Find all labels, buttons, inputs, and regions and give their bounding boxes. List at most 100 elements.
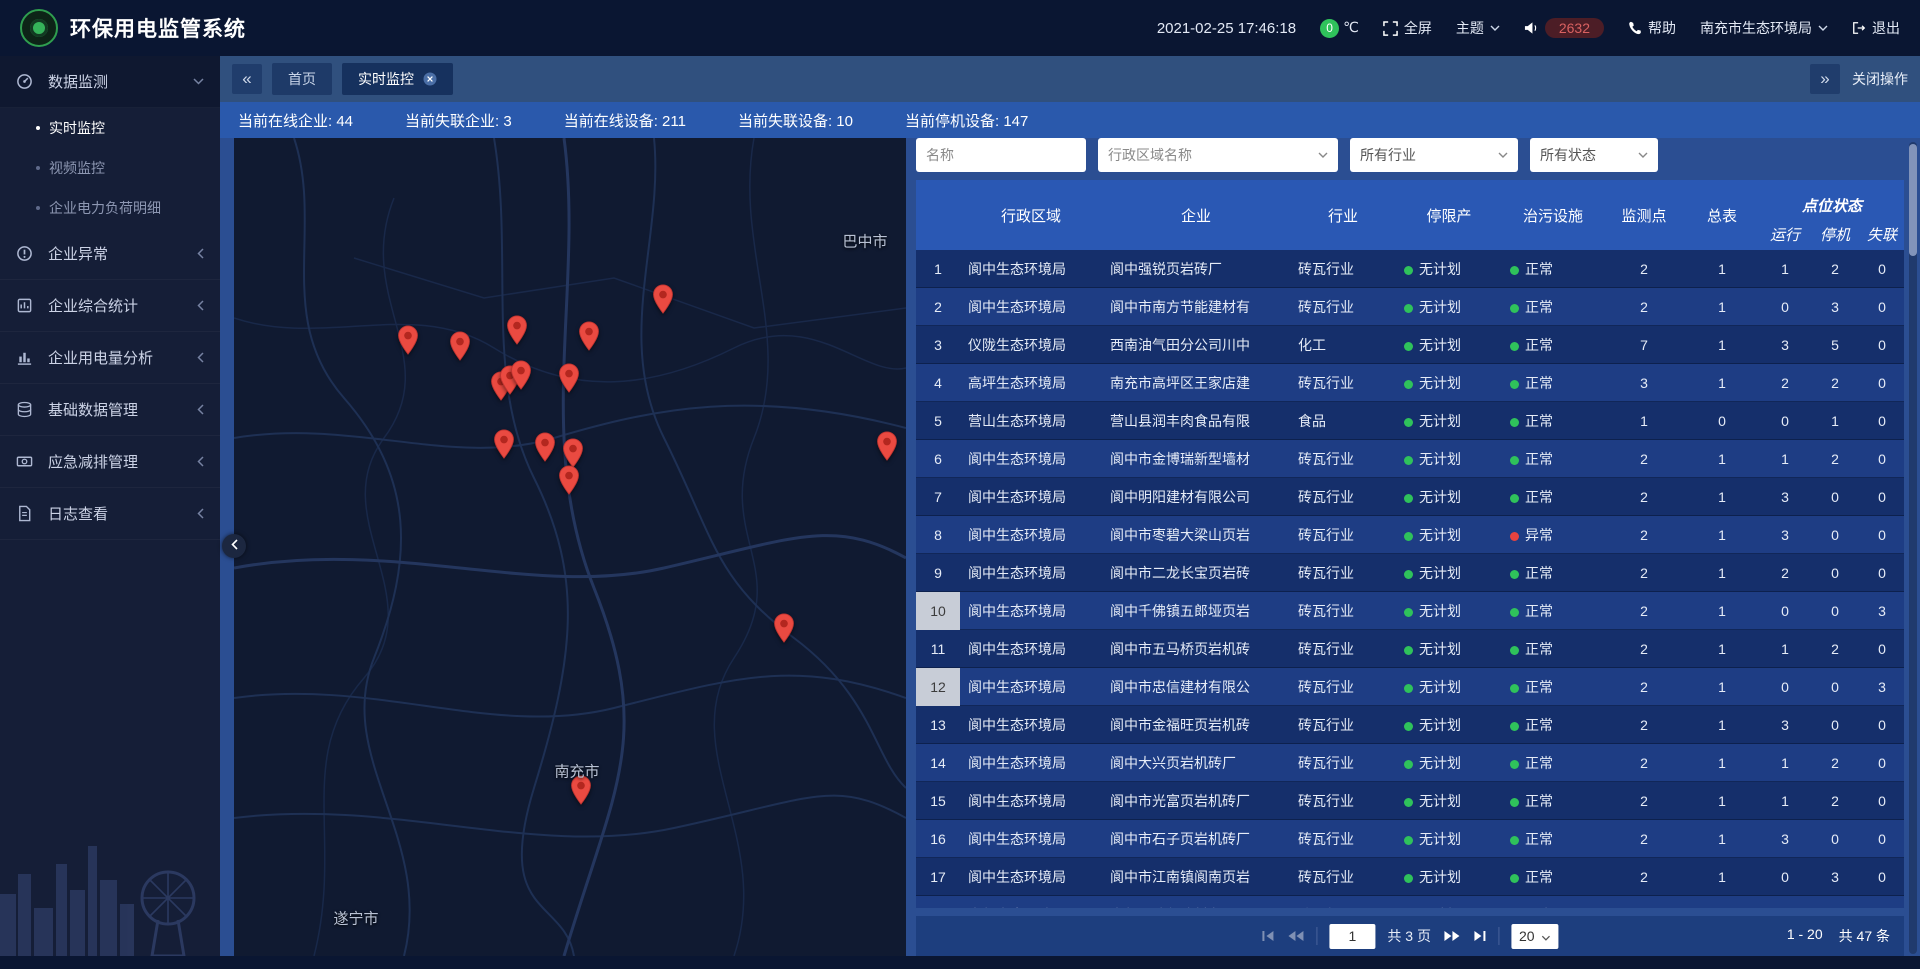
theme-dropdown[interactable]: 主题 (1456, 18, 1500, 38)
sidebar: 数据监测实时监控视频监控企业电力负荷明细企业异常企业综合统计企业用电量分析基础数… (0, 56, 220, 956)
table-row[interactable]: 15阆中生态环境局阆中市光富页岩机砖厂砖瓦行业无计划正常21120 (916, 782, 1904, 820)
sidebar-item-video-monitor[interactable]: 视频监控 (0, 148, 220, 188)
status-dot-icon (1404, 494, 1413, 503)
table-row[interactable]: 5营山生态环境局营山县润丰肉食品有限食品无计划正常10010 (916, 402, 1904, 440)
cell-company: 阆中市金福旺页岩机砖 (1102, 715, 1290, 735)
sidebar-item-log-view[interactable]: 日志查看 (0, 488, 220, 540)
status-dot-icon (1404, 608, 1413, 617)
sidebar-item-realtime-monitor[interactable]: 实时监控 (0, 108, 220, 148)
cell-index: 5 (916, 402, 960, 440)
sidebar-item-power-analysis[interactable]: 企业用电量分析 (0, 332, 220, 384)
help-button[interactable]: 帮助 (1628, 18, 1676, 38)
temperature-unit: ℃ (1343, 19, 1359, 36)
chevron-down-icon (1818, 25, 1828, 31)
sidebar-item-power-load-detail[interactable]: 企业电力负荷明细 (0, 188, 220, 228)
map-pin-icon[interactable] (562, 438, 584, 468)
last-page-button[interactable] (1472, 930, 1486, 942)
tab-scroll-left-button[interactable]: « (232, 64, 262, 94)
industry-filter-select[interactable]: 所有行业 (1350, 138, 1518, 172)
status-dot-icon (1404, 760, 1413, 769)
table-row[interactable]: 18南部生态环境局南部县瑞华建材有限公砖瓦行业无计划正常21030 (916, 896, 1904, 908)
table-row[interactable]: 10阆中生态环境局阆中千佛镇五郎垭页岩砖瓦行业无计划正常21003 (916, 592, 1904, 630)
cell-limit-status: 无计划 (1396, 563, 1502, 583)
sidebar-item-data-monitor[interactable]: 数据监测 (0, 56, 220, 108)
tab-scroll-right-button[interactable]: » (1810, 64, 1840, 94)
map-canvas[interactable]: 巴中市南充市遂宁市 (234, 138, 906, 956)
name-filter-input[interactable] (916, 138, 1086, 172)
table-row[interactable]: 13阆中生态环境局阆中市金福旺页岩机砖砖瓦行业无计划正常21300 (916, 706, 1904, 744)
status-filter-select[interactable]: 所有状态 (1530, 138, 1658, 172)
filter-bar: 行政区域名称 所有行业 所有状态 (916, 138, 1904, 172)
sidebar-item-base-data[interactable]: 基础数据管理 (0, 384, 220, 436)
map-pin-icon[interactable] (510, 360, 532, 390)
vertical-scrollbar[interactable] (1909, 142, 1917, 954)
first-page-button[interactable] (1261, 930, 1275, 942)
table-row[interactable]: 12阆中生态环境局阆中市忠信建材有限公砖瓦行业无计划正常21003 (916, 668, 1904, 706)
status-dot-icon (1404, 722, 1413, 731)
table-row[interactable]: 14阆中生态环境局阆中大兴页岩机砖厂砖瓦行业无计划正常21120 (916, 744, 1904, 782)
table-row[interactable]: 17阆中生态环境局阆中市江南镇阆南页岩砖瓦行业无计划正常21030 (916, 858, 1904, 896)
table-row[interactable]: 2阆中生态环境局阆中市南方节能建材有砖瓦行业无计划正常21030 (916, 288, 1904, 326)
map-pin-icon[interactable] (558, 465, 580, 495)
alarm-indicator[interactable]: 2632 (1524, 18, 1604, 38)
chevron-left-icon (197, 456, 204, 467)
next-page-button[interactable] (1443, 930, 1460, 942)
table-row[interactable]: 4高坪生态环境局南充市高坪区王家店建砖瓦行业无计划正常31220 (916, 364, 1904, 402)
header-toolbar: 2021-02-25 17:46:18 0 ℃ 全屏 主题 2632 帮助 (1157, 18, 1900, 38)
table-row[interactable]: 3仪陇生态环境局西南油气田分公司川中化工无计划正常71350 (916, 326, 1904, 364)
cell-run-count: 3 (1760, 831, 1810, 847)
map-pin-icon[interactable] (773, 613, 795, 643)
cell-meter-count: 1 (1684, 337, 1760, 353)
cell-stop-count: 0 (1810, 565, 1860, 581)
map-pin-icon[interactable] (578, 321, 600, 351)
cell-run-count: 2 (1760, 375, 1810, 391)
page-size-select[interactable]: 20 (1511, 924, 1559, 949)
sidebar-item-company-statistics[interactable]: 企业综合统计 (0, 280, 220, 332)
cell-facility-status: 正常 (1502, 411, 1604, 431)
close-operations-button[interactable]: 关闭操作 (1852, 69, 1908, 89)
logout-button[interactable]: 退出 (1852, 18, 1900, 38)
tab-home[interactable]: 首页 (272, 63, 332, 95)
window-bottom-strip (0, 956, 1920, 969)
cell-region: 阆中生态环境局 (960, 753, 1102, 773)
table-row[interactable]: 11阆中生态环境局阆中市五马桥页岩机砖砖瓦行业无计划正常21120 (916, 630, 1904, 668)
table-row[interactable]: 1阆中生态环境局阆中强锐页岩砖厂砖瓦行业无计划正常21120 (916, 250, 1904, 288)
table-row[interactable]: 8阆中生态环境局阆中市枣碧大梁山页岩砖瓦行业无计划异常21300 (916, 516, 1904, 554)
cell-region: 阆中生态环境局 (960, 639, 1102, 659)
table-row[interactable]: 7阆中生态环境局阆中明阳建材有限公司砖瓦行业无计划正常21300 (916, 478, 1904, 516)
org-dropdown[interactable]: 南充市生态环境局 (1700, 18, 1828, 38)
prev-page-button[interactable] (1287, 930, 1304, 942)
cell-stop-count: 2 (1810, 375, 1860, 391)
table-row[interactable]: 16阆中生态环境局阆中市石子页岩机砖厂砖瓦行业无计划正常21300 (916, 820, 1904, 858)
cell-industry: 砖瓦行业 (1290, 563, 1396, 583)
map-pin-icon[interactable] (558, 363, 580, 393)
table-row[interactable]: 9阆中生态环境局阆中市二龙长宝页岩砖砖瓦行业无计划正常21200 (916, 554, 1904, 592)
cell-stop-count: 0 (1810, 603, 1860, 619)
status-dot-icon (1510, 456, 1519, 465)
chevron-down-icon (1638, 152, 1648, 158)
close-icon[interactable] (423, 72, 437, 86)
cell-index: 12 (916, 668, 960, 706)
map-pin-icon[interactable] (506, 315, 528, 345)
cell-industry: 砖瓦行业 (1290, 373, 1396, 393)
scrollbar-thumb[interactable] (1909, 144, 1917, 256)
map-pin-icon[interactable] (449, 331, 471, 361)
map-pin-icon[interactable] (534, 432, 556, 462)
page-number-input[interactable] (1329, 924, 1375, 949)
sidebar-item-company-abnormal[interactable]: 企业异常 (0, 228, 220, 280)
map-pin-icon[interactable] (652, 284, 674, 314)
table-row[interactable]: 6阆中生态环境局阆中市金博瑞新型墙材砖瓦行业无计划正常21120 (916, 440, 1904, 478)
map-collapse-button[interactable] (222, 534, 246, 558)
fullscreen-button[interactable]: 全屏 (1383, 18, 1432, 38)
tab-realtime-monitor[interactable]: 实时监控 (342, 63, 453, 95)
cell-monitor-count: 2 (1604, 451, 1684, 467)
map-panel[interactable]: 巴中市南充市遂宁市 (234, 138, 906, 956)
map-pin-icon[interactable] (397, 325, 419, 355)
region-filter-select[interactable]: 行政区域名称 (1098, 138, 1338, 172)
cell-company: 营山县润丰肉食品有限 (1102, 411, 1290, 431)
map-pin-icon[interactable] (876, 431, 898, 461)
sidebar-item-emergency-reduction[interactable]: 应急减排管理 (0, 436, 220, 488)
chevron-down-icon (1490, 25, 1500, 31)
map-pin-icon[interactable] (493, 429, 515, 459)
cell-facility-status: 正常 (1502, 601, 1604, 621)
